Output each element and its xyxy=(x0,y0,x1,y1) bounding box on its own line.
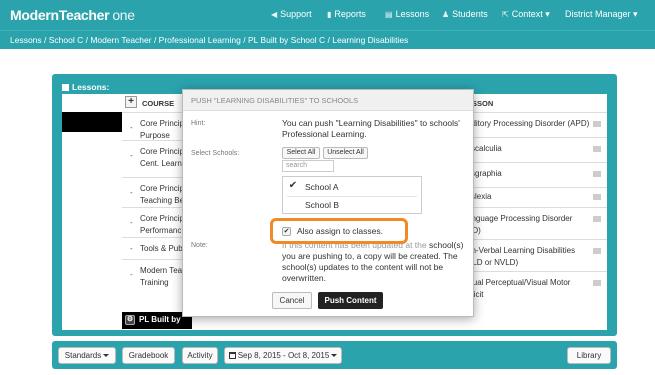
nav-district-manager[interactable]: District Manager ▾ xyxy=(565,9,638,20)
drag-handle-icon[interactable] xyxy=(593,248,601,254)
row-dash-icon: - xyxy=(130,218,133,227)
add-course-button[interactable]: + xyxy=(125,96,137,108)
lesson-row[interactable]: isual Perceptual/Visual Motor eficit xyxy=(462,271,607,303)
book-icon: ▤ xyxy=(385,10,393,19)
share-icon: ⇱ xyxy=(502,10,509,19)
standards-dropdown[interactable]: Standards xyxy=(58,347,116,364)
drag-handle-icon[interactable] xyxy=(593,194,601,200)
app-logo[interactable]: ModernTeacher one xyxy=(10,7,135,23)
lesson-label: yscalculia xyxy=(467,144,502,153)
calendar-icon xyxy=(228,352,236,359)
select-all-button[interactable]: Select All xyxy=(282,147,320,159)
course-label: Tools & Pub xyxy=(140,244,183,253)
logo-suffix: one xyxy=(112,7,135,23)
standards-label: Standards xyxy=(64,351,102,360)
school-item-b[interactable]: School B xyxy=(287,196,417,212)
course-label: Modern Tea Training xyxy=(140,266,183,287)
lesson-row[interactable]: ysgraphia xyxy=(462,162,607,187)
course-label: Core Princip Teaching Be xyxy=(140,184,185,205)
lesson-row[interactable]: yslexia xyxy=(462,187,607,207)
gradebook-button[interactable]: Gradebook xyxy=(122,347,175,364)
assign-classes-label[interactable]: Also assign to classes. xyxy=(297,226,383,236)
nav-context-label: Context xyxy=(511,9,543,19)
school-name: School B xyxy=(305,200,340,210)
lesson-label: anguage Processing Disorder PD) xyxy=(467,214,573,235)
drag-handle-icon[interactable] xyxy=(593,146,601,152)
library-button[interactable]: Library xyxy=(567,347,611,364)
nav-district-label: District Manager xyxy=(565,9,631,19)
assign-classes-checkbox[interactable]: ✔ xyxy=(282,227,291,236)
bottom-toolbar: Standards Gradebook Activity Sep 8, 2015… xyxy=(52,341,617,369)
row-dash-icon: - xyxy=(130,188,133,197)
pl-row-label: PL Built by xyxy=(139,315,181,324)
lesson-row[interactable]: uditory Processing Disorder (APD) xyxy=(462,112,607,137)
nav-context[interactable]: ⇱ Context ▾ xyxy=(502,9,550,20)
date-range-picker[interactable]: Sep 8, 2015 - Oct 8, 2015 xyxy=(224,347,342,364)
caret-down-icon: ▾ xyxy=(633,9,638,19)
top-navbar: ModernTeacher one ◀ Support ▮ Reports ▤ Less… xyxy=(0,0,655,30)
row-dash-icon: - xyxy=(130,151,133,160)
assign-to-classes-highlight: ✔ Also assign to classes. xyxy=(270,218,408,244)
nav-lessons[interactable]: ▤ Lessons xyxy=(385,9,429,19)
nav-support-label: Support xyxy=(280,9,312,19)
nav-students-label: Students xyxy=(452,9,488,19)
drag-handle-icon[interactable] xyxy=(593,216,601,222)
nav-lessons-label: Lessons xyxy=(395,9,430,19)
unselect-all-button[interactable]: Unselect All xyxy=(323,147,368,159)
school-item-a[interactable]: ✔ School A xyxy=(287,179,417,195)
context-caret-icon: ▾ xyxy=(545,9,550,19)
dialog-title: PUSH "LEARNING DISABILITIES" TO SCHOOLS xyxy=(183,90,473,111)
date-range-label: Sep 8, 2015 - Oct 8, 2015 xyxy=(237,351,330,360)
panel-title: Lessons: xyxy=(62,82,109,92)
list-icon xyxy=(62,84,69,91)
course-label: Core Princip Performanc xyxy=(140,214,185,235)
cancel-button[interactable]: Cancel xyxy=(272,292,312,309)
school-name: School A xyxy=(305,182,339,192)
bar-chart-icon: ▮ xyxy=(327,10,332,19)
school-search-input[interactable]: search xyxy=(282,160,334,172)
course-label: Core Princip Cent. Learn xyxy=(140,147,185,168)
activity-button[interactable]: Activity xyxy=(182,347,218,364)
lesson-row[interactable]: on-Verbal Learning Disabilities VLD or N… xyxy=(462,239,607,271)
panel-title-text: Lessons: xyxy=(72,82,110,92)
course-column-header: COURSE xyxy=(142,99,175,108)
nav-reports-label: Reports xyxy=(334,9,366,19)
lesson-label: on-Verbal Learning Disabilities VLD or N… xyxy=(467,246,576,267)
bullhorn-icon: ◀ xyxy=(271,10,278,19)
hint-text: You can push "Learning Disabilities" to … xyxy=(282,118,460,139)
lesson-row[interactable]: anguage Processing Disorder PD) xyxy=(462,207,607,239)
nav-reports[interactable]: ▮ Reports xyxy=(327,9,366,19)
lesson-label: yslexia xyxy=(467,192,492,201)
schools-list: ✔ School A School B xyxy=(282,176,422,214)
empty-checkbox-icon[interactable] xyxy=(287,198,299,211)
logo-main: ModernTeacher xyxy=(10,7,110,23)
note-label: Note: xyxy=(191,242,208,249)
lesson-label: ysgraphia xyxy=(467,169,502,178)
lesson-row[interactable]: yscalculia xyxy=(462,137,607,162)
nav-support[interactable]: ◀ Support xyxy=(271,9,312,19)
drag-handle-icon[interactable] xyxy=(593,121,601,127)
checkmark-icon[interactable]: ✔ xyxy=(287,180,299,193)
lesson-label: isual Perceptual/Visual Motor eficit xyxy=(467,278,571,299)
hint-label: Hint: xyxy=(191,120,206,127)
nav-students[interactable]: ♟ Students xyxy=(442,9,488,19)
drag-handle-icon[interactable] xyxy=(593,280,601,286)
user-icon: ♟ xyxy=(442,10,450,19)
course-label: Core Princip Purpose xyxy=(140,119,185,140)
selected-unit-row[interactable] xyxy=(62,112,122,132)
drag-handle-icon[interactable] xyxy=(593,171,601,177)
lesson-label: uditory Processing Disorder (APD) xyxy=(467,119,590,128)
row-dash-icon: - xyxy=(130,270,133,279)
breadcrumb[interactable]: Lessons / School C / Modern Teacher / Pr… xyxy=(0,30,655,49)
push-content-button[interactable]: Push Content xyxy=(318,292,383,309)
caret-down-icon xyxy=(331,354,338,357)
row-dash-icon: - xyxy=(130,244,133,253)
select-schools-label: Select Schools: xyxy=(191,150,240,157)
gear-icon[interactable]: ⚙ xyxy=(125,315,135,325)
push-to-schools-dialog: PUSH "LEARNING DISABILITIES" TO SCHOOLS … xyxy=(182,89,474,317)
caret-down-icon xyxy=(103,354,110,357)
row-dash-icon: - xyxy=(130,123,133,132)
note-text: If this content has been updated at the … xyxy=(282,240,467,284)
